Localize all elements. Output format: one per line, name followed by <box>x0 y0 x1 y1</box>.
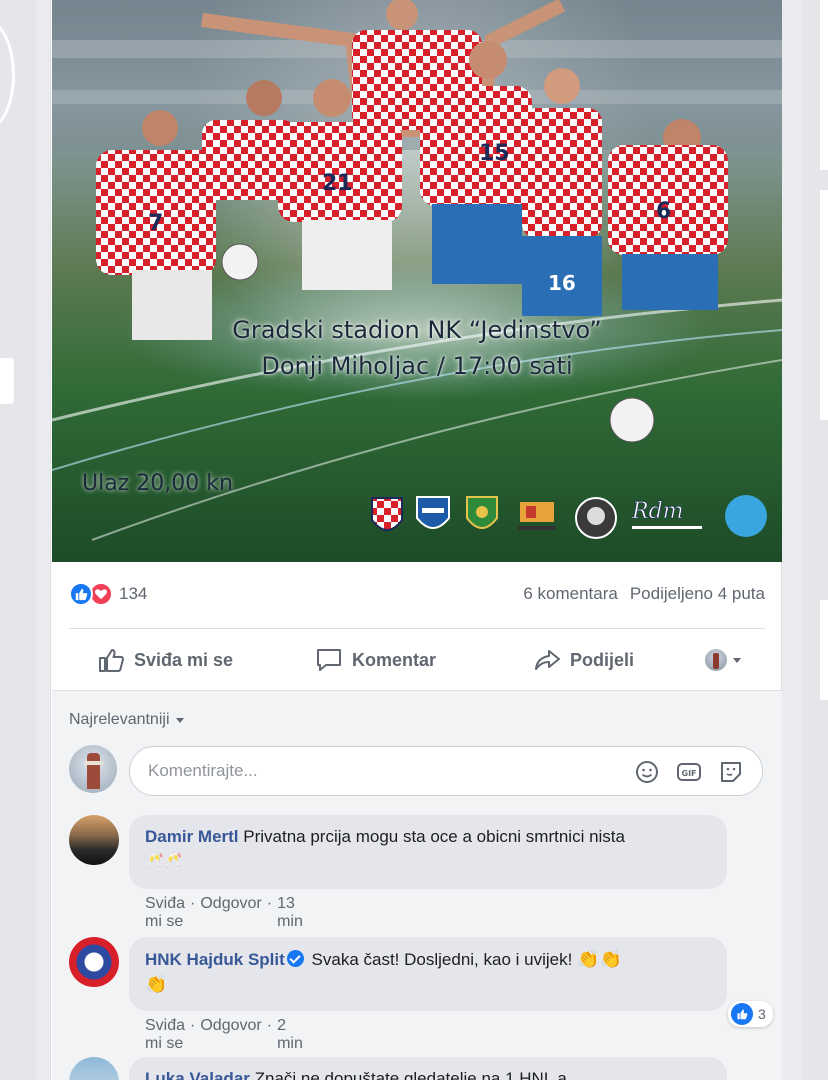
comment-text: Znači ne dopuštate gledatelje na 1.HNL a <box>254 1069 567 1080</box>
comment-emoji: 👏 <box>145 974 168 994</box>
sponsor-logo <box>725 495 767 537</box>
chevron-down-icon <box>733 657 741 663</box>
share-button-label: Podijeli <box>570 649 635 670</box>
comment-like-link[interactable]: Sviđa mi se <box>145 895 185 931</box>
jersey-number: 7 <box>148 211 163 236</box>
sponsor-logos: Rdm <box>370 494 770 544</box>
comment-like-link[interactable]: Sviđa mi se <box>145 1017 185 1053</box>
svg-text:Rdm: Rdm <box>631 499 684 524</box>
sticker-icon[interactable] <box>718 759 744 785</box>
jersey-number: 15 <box>479 141 510 166</box>
comment-text: Privatna prcija mogu sta oce a obicni sm… <box>243 827 625 846</box>
comment-emoji: 🥂🥂 <box>145 852 183 869</box>
chevron-down-icon <box>175 717 184 723</box>
comment-reaction-pill[interactable]: 3 <box>728 1001 773 1027</box>
like-button-label: Sviđa mi se <box>134 649 234 670</box>
comment-bubble-icon <box>317 649 341 671</box>
comment-bubble: HNK Hajduk Split Svaka čast! Dosljedni, … <box>129 937 727 1011</box>
reaction-count[interactable]: 134 <box>119 584 147 604</box>
post-image[interactable]: 7 21 15 16 6 Gradski stadion NK “Jedinst… <box>52 0 782 562</box>
poster-venue: Gradski stadion NK “Jedinstvo” <box>232 316 602 344</box>
like-button[interactable]: Sviđa mi se <box>97 647 233 673</box>
profile-avatar <box>705 649 727 671</box>
right-sidebar-fragment <box>802 0 828 1080</box>
poster-entry-price: Ulaz 20,00 kn <box>82 471 233 496</box>
comment-reply-link[interactable]: Odgovor <box>200 1017 261 1053</box>
poster-place-time: Donji Miholjac / 17:00 sati <box>261 352 573 380</box>
post-action-bar: Sviđa mi se Komentar Podijeli <box>69 632 765 688</box>
comment-composer[interactable]: GIF <box>129 746 763 796</box>
like-reaction-icon <box>69 582 93 606</box>
comment-button-label: Komentar <box>352 649 437 670</box>
avatar[interactable] <box>69 1057 119 1080</box>
comment-input[interactable] <box>148 761 588 781</box>
comment-author[interactable]: Luka Valadar <box>145 1069 250 1080</box>
separator-dot: · <box>190 895 196 912</box>
comments-section: Najrelevantniji GIF <box>52 690 782 1080</box>
share-button[interactable]: Podijeli <box>533 647 634 673</box>
jersey-number: 16 <box>548 271 576 295</box>
comment-bubble: Luka Valadar Znači ne dopuštate gledatel… <box>129 1057 727 1080</box>
radio-logo: Rdm <box>631 499 702 529</box>
right-card-fragment <box>820 190 828 420</box>
share-count-link[interactable]: Podijeljeno 4 puta <box>630 584 765 604</box>
comment-emoji: 👏👏 <box>577 949 622 969</box>
composer-tools: GIF <box>634 759 744 785</box>
sponsor-logo <box>518 502 556 530</box>
separator-dot: · <box>266 1017 273 1034</box>
separator-dot: · <box>190 1017 196 1034</box>
engagement-stats: 6 komentara Podijeljeno 4 puta <box>523 584 765 604</box>
comment-reaction-count: 3 <box>758 1006 766 1022</box>
club-crest-logo <box>416 496 450 529</box>
comment-reply-link[interactable]: Odgovor <box>200 895 261 931</box>
separator-dot: · <box>266 895 273 912</box>
left-sidebar-circle <box>0 20 15 130</box>
town-crest-logo <box>466 496 498 529</box>
left-sidebar-fragment <box>0 0 36 1080</box>
comment-sort-label: Najrelevantniji <box>69 711 170 728</box>
reaction-icons[interactable] <box>69 582 113 606</box>
emoji-icon[interactable] <box>634 759 660 785</box>
post-as-selector[interactable] <box>705 649 741 671</box>
gif-icon[interactable]: GIF <box>676 759 702 785</box>
jersey-number: 21 <box>322 171 353 196</box>
avatar[interactable] <box>69 815 119 865</box>
comment-timestamp[interactable]: 2 min <box>277 1017 303 1053</box>
like-reaction-icon <box>731 1003 753 1025</box>
comment-count-link[interactable]: 6 komentara <box>523 584 618 604</box>
comment-text: Svaka čast! Dosljedni, kao i uvijek! <box>311 950 573 969</box>
left-sidebar-tab <box>0 358 14 404</box>
comment-bubble: Damir Mertl Privatna prcija mogu sta oce… <box>129 815 727 889</box>
sponsor-logo <box>575 497 617 539</box>
comment-meta: Sviđa mi se · Odgovor · 2 min <box>145 1017 303 1053</box>
comment-sort-dropdown[interactable]: Najrelevantniji <box>69 711 184 729</box>
share-arrow-icon <box>535 650 560 670</box>
right-card-fragment <box>820 600 828 700</box>
avatar-tower-image <box>84 753 103 789</box>
avatar[interactable] <box>69 745 117 793</box>
thumbs-up-icon <box>99 649 124 672</box>
post-card: 7 21 15 16 6 Gradski stadion NK “Jedinst… <box>50 0 782 1080</box>
jersey-number: 6 <box>656 199 671 224</box>
comment-button[interactable]: Komentar <box>315 647 436 673</box>
comment-timestamp[interactable]: 13 min <box>277 895 303 931</box>
reactions-summary: 134 6 komentara Podijeljeno 4 puta <box>69 580 765 608</box>
croatia-crest-logo <box>371 497 403 531</box>
svg-text:GIF: GIF <box>682 769 697 778</box>
divider <box>69 628 765 629</box>
avatar[interactable] <box>69 937 119 987</box>
comment-author[interactable]: Damir Mertl <box>145 827 239 846</box>
right-card-fragment <box>820 0 828 170</box>
comment-author[interactable]: HNK Hajduk Split <box>145 950 285 969</box>
verified-badge-icon <box>286 950 304 967</box>
comment-meta: Sviđa mi se · Odgovor · 13 min <box>145 895 303 931</box>
